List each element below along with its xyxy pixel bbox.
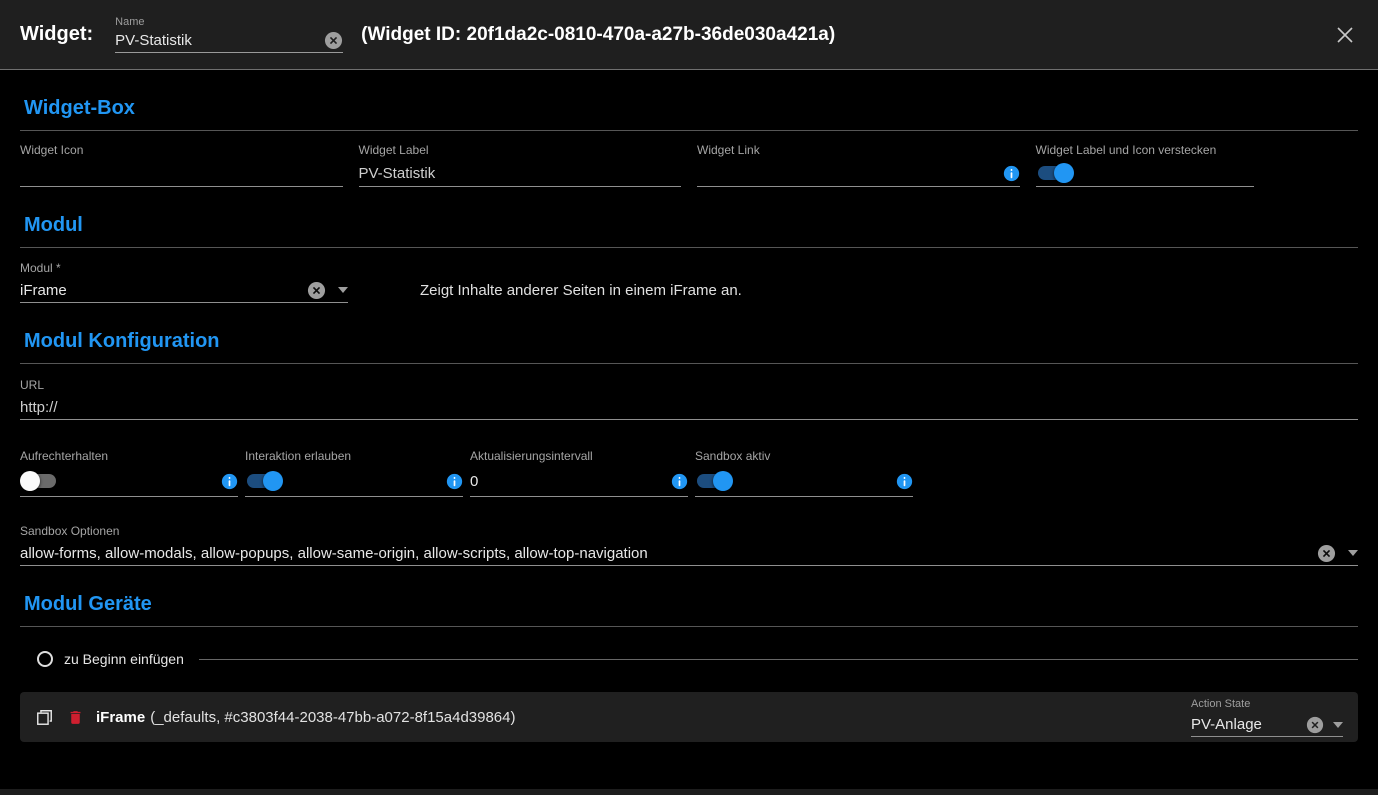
section-divider: [20, 247, 1358, 248]
device-row[interactable]: iFrame (_defaults, #c3803f44-2038-47bb-a…: [20, 692, 1358, 742]
widget-label-input[interactable]: PV-Statistik: [358, 161, 681, 187]
sandbox-aktiv-row: [695, 467, 913, 497]
section-heading-widget-box: Widget-Box: [24, 97, 135, 119]
widget-label-value[interactable]: PV-Statistik: [359, 165, 436, 182]
delete-icon[interactable]: [67, 709, 84, 726]
copy-icon[interactable]: [35, 708, 54, 727]
chevron-down-icon[interactable]: [1333, 721, 1343, 728]
aufrechterhalten-row: [20, 467, 238, 497]
device-name: iFrame: [96, 708, 146, 726]
action-state-field: Action State PV-Anlage: [1191, 698, 1343, 737]
chevron-down-icon[interactable]: [338, 287, 348, 293]
aktualisierungsintervall-value[interactable]: 0: [470, 473, 478, 490]
widget-label-label: Widget Label: [358, 143, 429, 157]
info-icon[interactable]: [1003, 165, 1020, 182]
config-toggles-row: Aufrechterhalten Interaktion erlauben Ak…: [20, 450, 1358, 497]
sandbox-aktiv-toggle[interactable]: [695, 471, 733, 491]
modul-select-value[interactable]: iFrame: [20, 282, 67, 299]
modul-row: Modul * iFrame Zeigt Inhalte anderer Sei…: [20, 262, 1358, 303]
widget-icon-label: Widget Icon: [20, 143, 84, 157]
widget-link-input[interactable]: [697, 161, 1020, 187]
url-label: URL: [20, 378, 45, 392]
section-heading-modul: Modul: [24, 214, 83, 236]
action-state-input[interactable]: PV-Anlage: [1191, 715, 1343, 737]
aktualisierungsintervall-field: Aktualisierungsintervall 0: [470, 450, 688, 497]
clear-modul-icon[interactable]: [307, 281, 326, 300]
hide-label-icon-toggle[interactable]: [1036, 163, 1074, 183]
widget-label-field: Widget Label PV-Statistik: [358, 143, 681, 187]
dialog-header: Widget: Name PV-Statistik (Widget ID: 20…: [0, 0, 1378, 70]
sandbox-aktiv-field: Sandbox aktiv: [695, 450, 913, 497]
insert-at-start-radio[interactable]: [37, 651, 53, 667]
widget-link-field: Widget Link: [697, 144, 1020, 187]
widget-name-input[interactable]: PV-Statistik: [115, 29, 344, 53]
dialog-body: Widget-Box Widget Icon Widget Label PV-S…: [0, 97, 1378, 742]
interaktion-erlauben-label: Interaktion erlauben: [245, 449, 352, 463]
section-heading-modul-geraete: Modul Geräte: [24, 593, 152, 615]
horizontal-scrollbar[interactable]: [0, 789, 1378, 795]
action-state-label: Action State: [1191, 697, 1251, 710]
insert-position-line: [198, 658, 1358, 660]
modul-select-input[interactable]: iFrame: [20, 279, 348, 303]
widget-id-text: (Widget ID: 20f1da2c-0810-470a-a27b-36de…: [361, 23, 836, 45]
insert-at-start-row: zu Beginn einfügen: [37, 651, 1358, 667]
widget-name-label: Name: [115, 16, 145, 28]
sandbox-optionen-label: Sandbox Optionen: [20, 524, 120, 538]
aufrechterhalten-label: Aufrechterhalten: [20, 449, 109, 463]
section-divider: [20, 626, 1358, 627]
aufrechterhalten-field: Aufrechterhalten: [20, 450, 238, 497]
widget-icon-field: Widget Icon: [20, 144, 343, 187]
hide-label-icon-field: Widget Label und Icon verstecken: [1035, 143, 1359, 187]
hide-label-icon-row: [1035, 161, 1254, 187]
info-icon[interactable]: [221, 473, 238, 490]
aktualisierungsintervall-label: Aktualisierungsintervall: [470, 449, 593, 463]
modul-select-field: Modul * iFrame: [20, 262, 348, 303]
modul-description: Zeigt Inhalte anderer Seiten in einem iF…: [420, 282, 742, 299]
hide-label-icon-label: Widget Label und Icon verstecken: [1035, 143, 1217, 157]
widget-link-label: Widget Link: [697, 143, 760, 157]
action-state-value[interactable]: PV-Anlage: [1191, 716, 1262, 733]
clear-action-state-icon[interactable]: [1306, 716, 1324, 734]
clear-name-icon[interactable]: [324, 31, 343, 50]
modul-select-label: Modul *: [20, 261, 61, 275]
interaktion-erlauben-row: [245, 467, 463, 497]
sandbox-aktiv-label: Sandbox aktiv: [695, 449, 771, 463]
interaktion-erlauben-toggle[interactable]: [245, 471, 283, 491]
aktualisierungsintervall-input[interactable]: 0: [470, 467, 688, 497]
clear-sandbox-optionen-icon[interactable]: [1317, 544, 1336, 563]
section-heading-modul-konfiguration: Modul Konfiguration: [24, 330, 220, 352]
close-icon[interactable]: [1332, 22, 1358, 48]
sandbox-optionen-field: Sandbox Optionen allow-forms, allow-moda…: [20, 525, 1358, 566]
chevron-down-icon[interactable]: [1348, 550, 1358, 556]
widget-box-fields-row: Widget Icon Widget Label PV-Statistik Wi…: [20, 144, 1358, 187]
sandbox-optionen-value[interactable]: allow-forms, allow-modals, allow-popups,…: [20, 545, 648, 562]
widget-name-value[interactable]: PV-Statistik: [115, 32, 192, 49]
url-input[interactable]: http://: [20, 396, 1358, 420]
info-icon[interactable]: [446, 473, 463, 490]
section-divider: [20, 363, 1358, 364]
widget-icon-input[interactable]: [20, 161, 343, 187]
insert-at-start-label: zu Beginn einfügen: [64, 651, 184, 667]
section-divider: [20, 130, 1358, 131]
info-icon[interactable]: [896, 473, 913, 490]
sandbox-optionen-input[interactable]: allow-forms, allow-modals, allow-popups,…: [20, 542, 1358, 566]
url-field: URL http://: [20, 379, 1358, 420]
info-icon[interactable]: [671, 473, 688, 490]
url-value[interactable]: http://: [20, 399, 58, 416]
device-detail: (_defaults, #c3803f44-2038-47bb-a072-8f1…: [150, 708, 516, 726]
widget-name-field: Name PV-Statistik: [115, 16, 344, 53]
aufrechterhalten-toggle[interactable]: [20, 471, 58, 491]
dialog-title: Widget:: [20, 23, 94, 45]
interaktion-erlauben-field: Interaktion erlauben: [245, 450, 463, 497]
